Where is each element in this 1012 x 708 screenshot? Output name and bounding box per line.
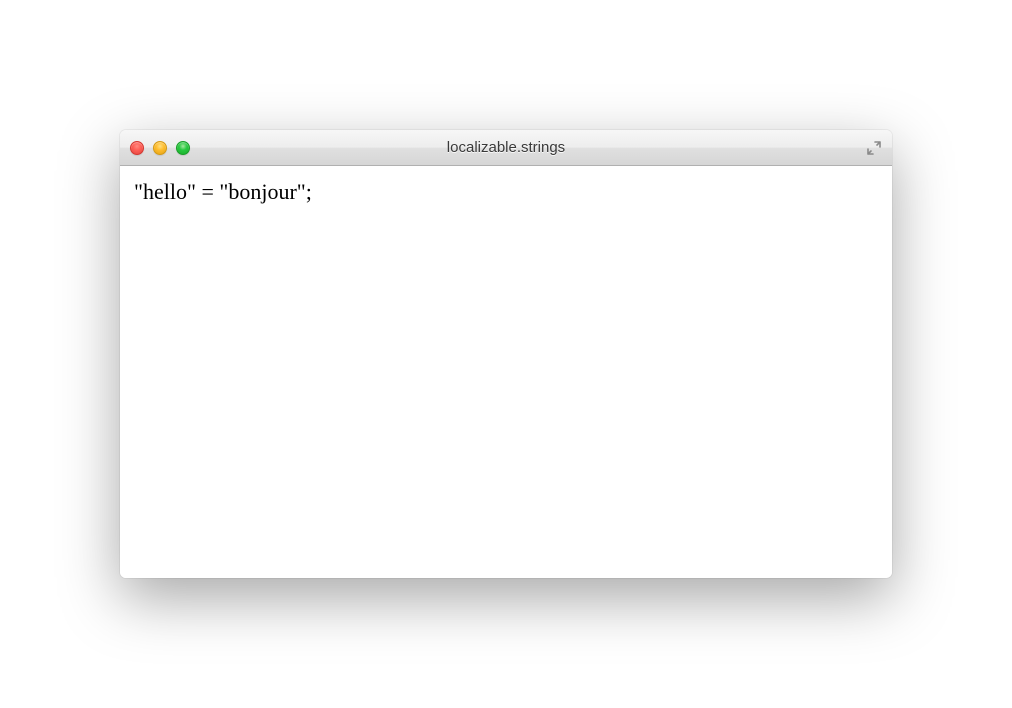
minimize-button[interactable] [153, 141, 167, 155]
fullscreen-button[interactable] [864, 138, 884, 158]
close-button[interactable] [130, 141, 144, 155]
editor-window: localizable.strings "hello" = "bonjour"; [120, 130, 892, 578]
window-title: localizable.strings [120, 139, 892, 156]
fullscreen-icon [866, 140, 882, 156]
window-titlebar[interactable]: localizable.strings [120, 130, 892, 166]
traffic-lights [130, 141, 190, 155]
editor-content[interactable]: "hello" = "bonjour"; [120, 166, 892, 578]
zoom-button[interactable] [176, 141, 190, 155]
